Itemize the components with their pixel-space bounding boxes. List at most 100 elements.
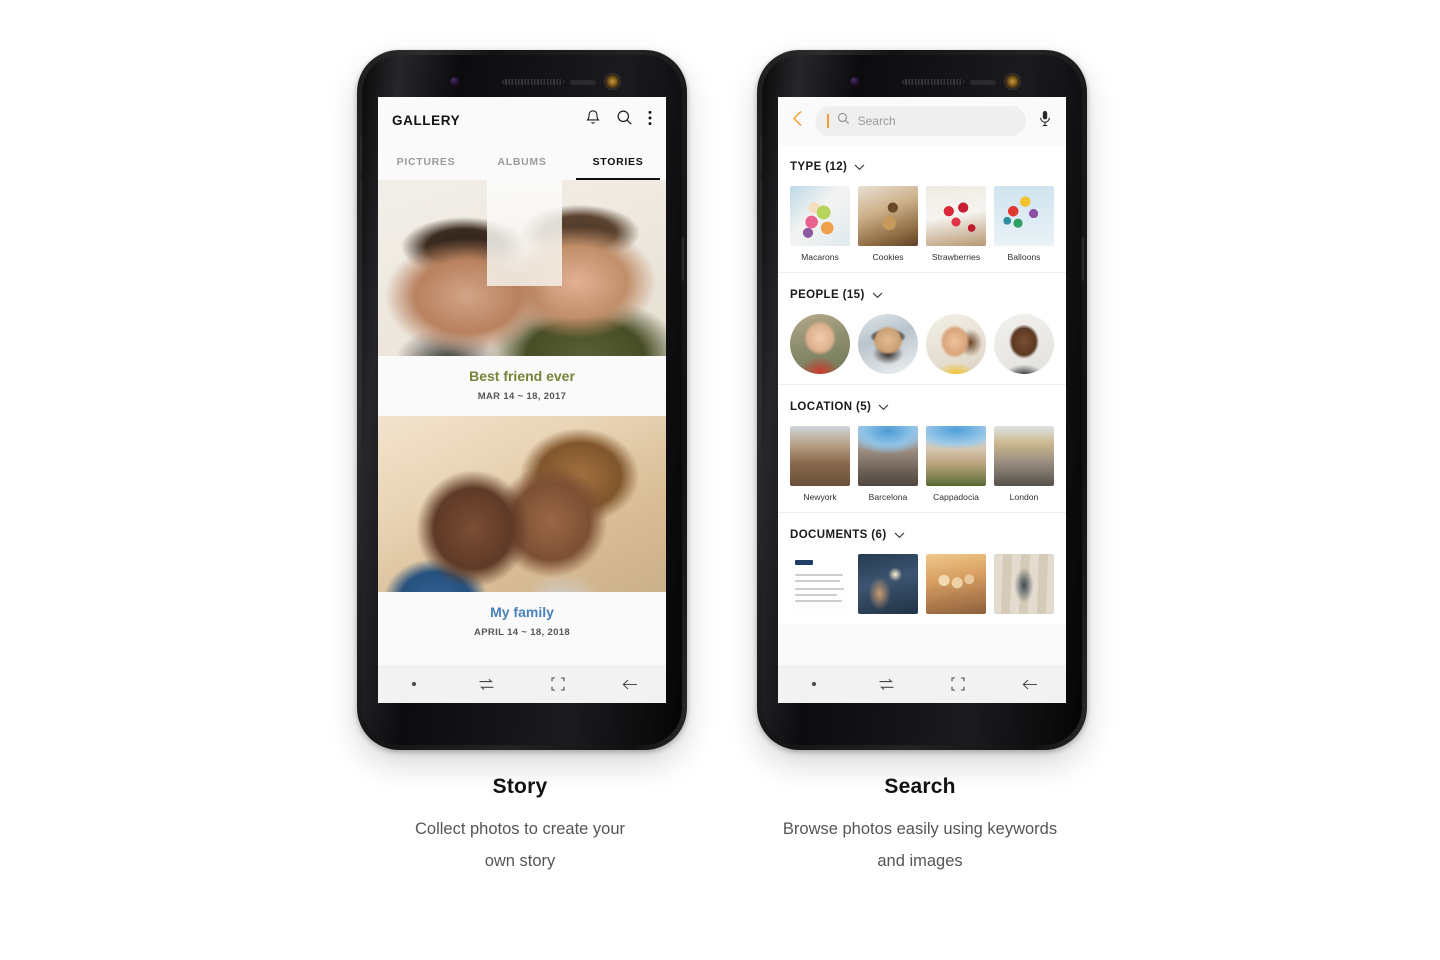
bell-icon[interactable] [585,109,601,131]
microphone-icon[interactable] [1034,110,1056,132]
section-title: TYPE (12) [790,161,848,173]
story-card[interactable]: Best friend ever MAR 14 ~ 18, 2017 [378,180,666,416]
category-thumbnail[interactable] [994,186,1054,246]
story-card[interactable]: My family APRIL 14 ~ 18, 2018 [378,415,666,652]
search-result-item[interactable] [790,314,850,374]
search-result-item[interactable]: Cappadocia [926,426,986,502]
volume-down-button[interactable] [360,181,363,215]
person-avatar[interactable] [790,314,850,374]
category-thumbnail[interactable] [926,426,986,486]
search-input[interactable]: Search [815,106,1026,136]
search-result-item[interactable]: London [994,426,1054,502]
phone-search: Search TYPE (12) Macarons Cookies Strawber… [757,50,1087,750]
earpiece-speaker [902,79,964,85]
more-vertical-icon[interactable] [648,110,652,131]
recents-icon[interactable] [450,678,522,691]
category-thumbnail[interactable] [790,186,850,246]
item-label: Newyork [803,492,837,502]
earpiece-speaker [502,79,564,85]
story-photo-couple[interactable] [378,415,666,592]
search-result-item[interactable] [790,554,850,614]
proximity-sensor-icon [970,80,996,85]
item-label: Cappadocia [933,492,979,502]
caption-story: Story Collect photos to create your own … [310,775,730,877]
section-title: PEOPLE (15) [790,289,865,301]
home-icon[interactable] [922,677,994,691]
category-thumbnail[interactable] [994,554,1054,614]
section-grid [790,314,1054,374]
category-thumbnail[interactable] [858,186,918,246]
story-meta: My family APRIL 14 ~ 18, 2018 [378,591,666,652]
category-thumbnail[interactable] [858,426,918,486]
section-header[interactable]: TYPE (12) [790,158,1054,176]
story-screen: GALLERY PICTURES ALBUMS STORIES Best fri… [378,97,666,703]
phone-bezel: GALLERY PICTURES ALBUMS STORIES Best fri… [360,55,684,745]
section-grid [790,554,1054,614]
item-label: Cookies [872,252,904,262]
search-result-item[interactable]: Strawberries [926,186,986,262]
section-header[interactable]: PEOPLE (15) [790,286,1054,304]
search-result-item[interactable] [858,554,918,614]
category-thumbnail[interactable] [790,554,850,614]
proximity-sensor-icon [570,80,596,85]
story-title: My family [490,603,554,620]
search-result-item[interactable]: Newyork [790,426,850,502]
dot-icon[interactable] [378,681,450,687]
recents-icon[interactable] [850,678,922,691]
search-result-item[interactable] [994,314,1054,374]
chevron-down-icon[interactable] [872,286,883,304]
chevron-down-icon[interactable] [878,398,889,416]
tab-albums[interactable]: ALBUMS [474,143,570,180]
chevron-down-icon[interactable] [894,526,905,544]
section-header[interactable]: DOCUMENTS (6) [790,526,1054,544]
search-result-item[interactable]: Barcelona [858,426,918,502]
section-grid: Macarons Cookies Strawberries Balloons [790,186,1054,262]
section-title: LOCATION (5) [790,401,872,413]
search-result-item[interactable]: Macarons [790,186,850,262]
search-result-item[interactable] [994,554,1054,614]
dot-icon[interactable] [778,681,850,687]
person-avatar[interactable] [994,314,1054,374]
section-header[interactable]: LOCATION (5) [790,398,1054,416]
back-icon[interactable] [594,678,666,691]
tab-stories[interactable]: STORIES [570,143,666,180]
search-screen: Search TYPE (12) Macarons Cookies Strawber… [778,97,1066,703]
caption-line-1: Browse photos easily using keywords [782,820,1058,838]
search-result-item[interactable]: Cookies [858,186,918,262]
story-photo-two-men[interactable] [378,180,666,356]
search-result-item[interactable] [926,314,986,374]
chevron-down-icon[interactable] [854,158,865,176]
power-button[interactable] [1081,237,1084,281]
category-thumbnail[interactable] [858,554,918,614]
search-result-item[interactable]: Balloons [994,186,1054,262]
back-chevron-icon[interactable] [788,110,807,132]
search-icon [837,112,850,130]
category-thumbnail[interactable] [994,426,1054,486]
volume-up-button[interactable] [360,137,363,171]
search-header: Search [778,97,1066,145]
tab-pictures[interactable]: PICTURES [378,143,474,180]
item-label: Macarons [801,252,839,262]
caption-line-1: Collect photos to create your [414,820,626,838]
person-avatar[interactable] [858,314,918,374]
back-icon[interactable] [994,678,1066,691]
volume-up-button[interactable] [760,137,763,171]
search-results: TYPE (12) Macarons Cookies Strawberries Bal… [778,145,1066,624]
search-placeholder: Search [857,114,896,128]
search-result-item[interactable] [926,554,986,614]
search-section: DOCUMENTS (6) [778,513,1066,624]
caption-title: Search [884,775,956,798]
category-thumbnail[interactable] [926,186,986,246]
story-meta: Best friend ever MAR 14 ~ 18, 2017 [378,356,666,416]
category-thumbnail[interactable] [926,554,986,614]
search-icon[interactable] [616,109,633,131]
android-navbar [378,665,666,703]
person-avatar[interactable] [926,314,986,374]
iris-sensor-icon [450,77,459,86]
home-icon[interactable] [522,677,594,691]
search-result-item[interactable] [858,314,918,374]
page-title: GALLERY [392,112,461,128]
volume-down-button[interactable] [760,181,763,215]
category-thumbnail[interactable] [790,426,850,486]
power-button[interactable] [681,237,684,281]
